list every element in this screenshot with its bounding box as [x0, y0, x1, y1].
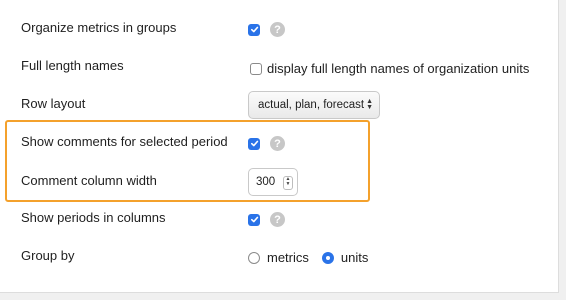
stepper-icon[interactable]: ▲ ▼ — [283, 176, 293, 190]
help-icon[interactable]: ? — [270, 136, 285, 151]
group-by-metrics-radio[interactable] — [248, 251, 260, 264]
periods-in-columns-checkbox[interactable] — [248, 213, 260, 226]
help-icon[interactable]: ? — [270, 22, 285, 37]
select-arrows-icon: ▲ ▼ — [366, 98, 373, 111]
row-layout-label: Row layout — [21, 96, 86, 111]
comment-width-label: Comment column width — [21, 173, 157, 188]
organize-groups-checkbox[interactable] — [248, 23, 260, 36]
show-comments-checkbox[interactable] — [248, 137, 260, 150]
full-length-names-checkbox[interactable] — [250, 62, 262, 75]
row-layout-select[interactable]: actual, plan, forecast ▲ ▼ — [248, 91, 380, 119]
help-icon[interactable]: ? — [270, 212, 285, 227]
full-length-names-option-text[interactable]: display full length names of organizatio… — [267, 61, 529, 76]
comment-width-value: 300 — [256, 176, 276, 188]
group-by-label: Group by — [21, 248, 75, 263]
settings-panel: Organize metrics in groups ? Full length… — [0, 0, 559, 293]
group-by-units-radio[interactable] — [321, 251, 334, 264]
group-by-metrics-label[interactable]: metrics — [267, 250, 309, 265]
full-length-names-label: Full length names — [21, 58, 124, 73]
row-layout-value: actual, plan, forecast — [258, 99, 365, 111]
periods-in-columns-label: Show periods in columns — [21, 210, 166, 225]
group-by-units-label[interactable]: units — [341, 250, 368, 265]
comment-width-input[interactable]: 300 ▲ ▼ — [248, 168, 298, 196]
organize-groups-label: Organize metrics in groups — [21, 20, 177, 35]
show-comments-label: Show comments for selected period — [21, 134, 228, 149]
